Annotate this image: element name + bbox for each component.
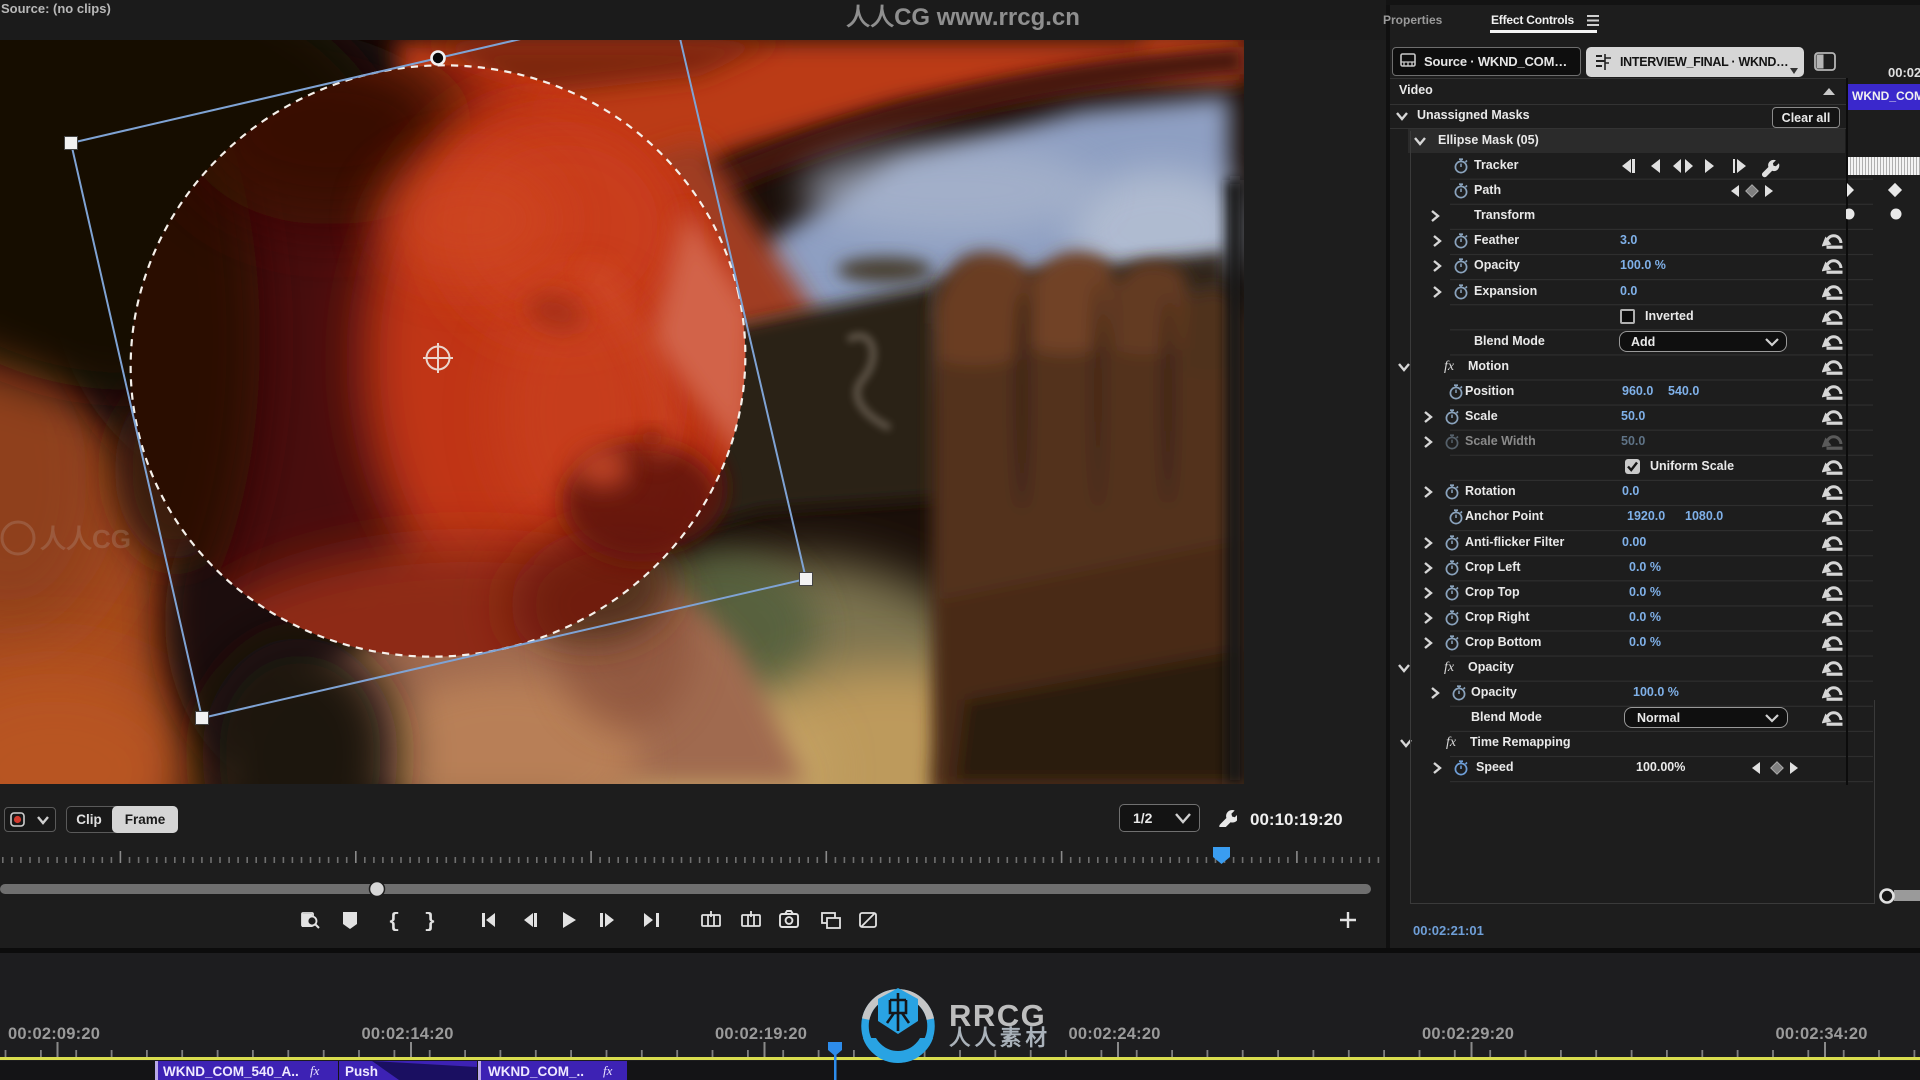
svg-text:{: { (388, 911, 400, 931)
svg-text:}: } (424, 911, 436, 931)
svg-text:人人CG: 人人CG (40, 524, 131, 554)
